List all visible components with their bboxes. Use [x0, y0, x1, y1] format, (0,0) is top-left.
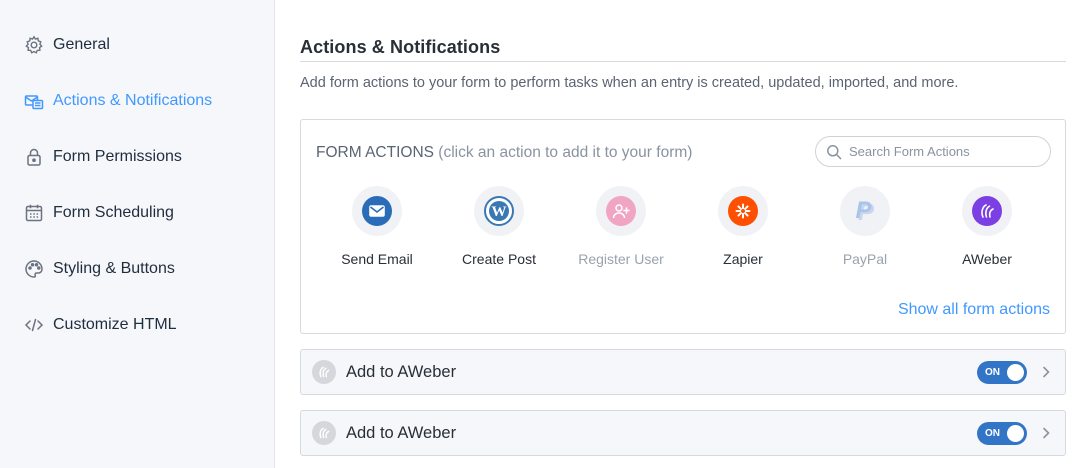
- action-send-email[interactable]: Send Email: [316, 186, 438, 267]
- action-icon-bg: [718, 186, 768, 236]
- aweber-icon: [312, 360, 336, 384]
- action-register-user[interactable]: Register User: [560, 186, 682, 267]
- action-row-toggle[interactable]: ON: [977, 422, 1027, 445]
- toggle-on-label: ON: [985, 428, 1000, 439]
- action-row-toggle[interactable]: ON: [977, 361, 1027, 384]
- search-form-actions[interactable]: [815, 136, 1051, 167]
- lock-icon: [24, 147, 44, 167]
- action-aweber[interactable]: AWeber: [926, 186, 1048, 267]
- wordpress-icon: W: [484, 196, 514, 226]
- actions-icon: [24, 91, 44, 111]
- show-all-form-actions-link[interactable]: Show all form actions: [898, 301, 1050, 319]
- sidebar: General Actions & Notifications Form Per…: [0, 0, 275, 468]
- chevron-right-icon[interactable]: [1039, 365, 1053, 379]
- search-icon: [827, 144, 842, 159]
- svg-text:P: P: [855, 198, 872, 224]
- action-label: Create Post: [462, 251, 536, 267]
- code-icon: [24, 315, 44, 335]
- main-content: Actions & Notifications Add form actions…: [275, 0, 1076, 468]
- paypal-icon: P P: [850, 196, 880, 226]
- action-zapier[interactable]: Zapier: [682, 186, 804, 267]
- sidebar-item-label: Actions & Notifications: [53, 92, 213, 109]
- action-icon-bg: [352, 186, 402, 236]
- action-label: Zapier: [723, 251, 763, 267]
- action-paypal[interactable]: P P PayPal: [804, 186, 926, 267]
- toggle-knob: [1007, 364, 1024, 381]
- aweber-icon: [312, 421, 336, 445]
- action-icon-bg: [962, 186, 1012, 236]
- action-row-label: Add to AWeber: [346, 362, 457, 381]
- sidebar-item-styling-buttons[interactable]: Styling & Buttons: [24, 257, 175, 281]
- action-row-label: Add to AWeber: [346, 423, 457, 442]
- sidebar-item-label: Customize HTML: [53, 316, 177, 333]
- sidebar-item-label: Styling & Buttons: [53, 260, 175, 277]
- zapier-icon: [728, 196, 758, 226]
- action-icon-bg: P P: [840, 186, 890, 236]
- sidebar-item-form-scheduling[interactable]: Form Scheduling: [24, 201, 174, 225]
- sidebar-item-actions-notifications[interactable]: Actions & Notifications: [24, 89, 212, 113]
- page-description: Add form actions to your form to perform…: [300, 75, 959, 91]
- email-icon: [362, 196, 392, 226]
- sidebar-item-customize-html[interactable]: Customize HTML: [24, 313, 177, 337]
- action-label: Register User: [578, 251, 664, 267]
- action-row-aweber[interactable]: Add to AWeber ON: [300, 410, 1066, 456]
- form-actions-heading: FORM ACTIONS (click an action to add it …: [316, 144, 692, 162]
- action-row-aweber[interactable]: Add to AWeber ON: [300, 349, 1066, 395]
- sidebar-item-label: Form Scheduling: [53, 204, 174, 221]
- page-title: Actions & Notifications: [300, 37, 501, 57]
- form-actions-heading-label: FORM ACTIONS: [316, 144, 434, 161]
- toggle-knob: [1007, 425, 1024, 442]
- gear-icon: [24, 35, 44, 55]
- aweber-icon: [972, 196, 1002, 226]
- calendar-icon: [24, 203, 44, 223]
- form-actions-panel: FORM ACTIONS (click an action to add it …: [300, 119, 1066, 334]
- search-input[interactable]: [849, 144, 1039, 159]
- action-label: AWeber: [962, 251, 1012, 267]
- chevron-right-icon[interactable]: [1039, 426, 1053, 440]
- sidebar-item-label: Form Permissions: [53, 148, 182, 165]
- action-icon-bg: [596, 186, 646, 236]
- title-divider: [300, 61, 1066, 62]
- action-label: PayPal: [842, 251, 888, 267]
- toggle-on-label: ON: [985, 367, 1000, 378]
- sidebar-item-label: General: [53, 36, 110, 53]
- svg-text:W: W: [492, 204, 507, 220]
- action-icon-bg: W: [474, 186, 524, 236]
- form-actions-hint: (click an action to add it to your form): [438, 144, 693, 161]
- action-label: Send Email: [341, 251, 413, 267]
- sidebar-item-form-permissions[interactable]: Form Permissions: [24, 145, 182, 169]
- sidebar-item-general[interactable]: General: [24, 33, 110, 57]
- palette-icon: [24, 259, 44, 279]
- action-create-post[interactable]: W Create Post: [438, 186, 560, 267]
- user-add-icon: [606, 196, 636, 226]
